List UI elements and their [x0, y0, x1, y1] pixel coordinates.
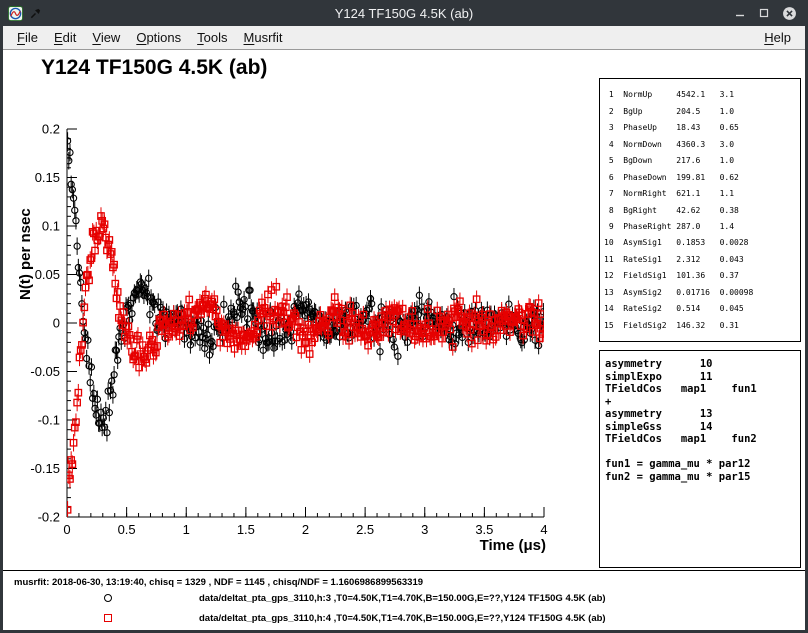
legend-entry-text: data/deltat_pta_gps_3110,h:4 ,T0=4.50K,T…: [199, 613, 606, 624]
param-row: 6 PhaseDown 199.81 0.62: [604, 173, 796, 182]
parameter-box: 1 NormUp 4542.1 3.1 2 BgUp 204.5 1.0 3 P…: [599, 78, 801, 342]
y-axis-title: N(t) per nsec: [17, 208, 34, 300]
param-row: 11 RateSig1 2.312 0.043: [604, 255, 796, 264]
theory-line: simpleGss 14: [605, 421, 795, 434]
x-tick-label: 4: [540, 522, 547, 537]
theory-line: [605, 446, 795, 459]
param-row: 14 RateSig2 0.514 0.045: [604, 304, 796, 313]
menubar: File Edit View Options Tools Musrfit Hel…: [3, 26, 805, 50]
x-tick-label: 1: [183, 522, 190, 537]
menu-musrfit[interactable]: Musrfit: [236, 28, 291, 47]
param-row: 13 AsymSig2 0.01716 0.00098: [604, 288, 796, 297]
minimize-button[interactable]: [734, 7, 746, 19]
series-red-squares: [64, 207, 546, 518]
theory-line: asymmetry 10: [605, 358, 795, 371]
y-tick-label: -0.1: [38, 413, 60, 428]
theory-line: fun2 = gamma_mu * par15: [605, 471, 795, 484]
param-row: 1 NormUp 4542.1 3.1: [604, 90, 796, 99]
x-tick-label: 3: [421, 522, 428, 537]
theory-line: +: [605, 396, 795, 409]
theory-line: TFieldCos map1 fun2: [605, 433, 795, 446]
legend-entry: data/deltat_pta_gps_3110,h:3 ,T0=4.50K,T…: [3, 593, 606, 603]
param-row: 10 AsymSig1 0.1853 0.0028: [604, 238, 796, 247]
param-row: 7 NormRight 621.1 1.1: [604, 189, 796, 198]
param-row: 12 FieldSig1 101.36 0.37: [604, 271, 796, 280]
x-tick-label: 0: [63, 522, 70, 537]
param-row: 3 PhaseUp 18.43 0.65: [604, 123, 796, 132]
theory-line: asymmetry 13: [605, 408, 795, 421]
y-tick-label: 0.05: [35, 267, 60, 282]
param-row: 2 BgUp 204.5 1.0: [604, 107, 796, 116]
legend-entry: data/deltat_pta_gps_3110,h:4 ,T0=4.50K,T…: [3, 613, 606, 623]
root-canvas: Y124 TF150G 4.5K (ab) 0.20.150.10.050-0.…: [3, 50, 805, 630]
param-row: 8 BgRight 42.62 0.38: [604, 206, 796, 215]
menu-edit[interactable]: Edit: [46, 28, 84, 47]
legend-entry-text: data/deltat_pta_gps_3110,h:3 ,T0=4.50K,T…: [199, 593, 606, 604]
x-tick-label: 2: [302, 522, 309, 537]
param-row: 9 PhaseRight 287.0 1.4: [604, 222, 796, 231]
x-tick-label: 3.5: [475, 522, 493, 537]
theory-line: simplExpo 11: [605, 371, 795, 384]
musrview-window: Y124 TF150G 4.5K (ab) File Edit View Opt…: [0, 0, 808, 633]
x-axis-title: Time (μs): [480, 537, 546, 554]
y-tick-label: -0.05: [30, 364, 60, 379]
param-row: 5 BgDown 217.6 1.0: [604, 156, 796, 165]
maximize-button[interactable]: [758, 7, 770, 19]
circle-marker-icon: [104, 594, 112, 602]
menu-file[interactable]: File: [9, 28, 46, 47]
close-button[interactable]: [782, 6, 797, 21]
menu-options[interactable]: Options: [128, 28, 189, 47]
titlebar[interactable]: Y124 TF150G 4.5K (ab): [3, 0, 805, 26]
y-tick-label: 0: [53, 316, 60, 331]
plot-area[interactable]: 0.20.150.10.050-0.05-0.1-0.15-0.200.511.…: [3, 50, 583, 570]
x-tick-label: 0.5: [118, 522, 136, 537]
series-black-circles: [64, 132, 546, 441]
theory-line: fun1 = gamma_mu * par12: [605, 458, 795, 471]
x-tick-label: 1.5: [237, 522, 255, 537]
y-tick-label: 0.2: [42, 122, 60, 137]
status-line: musrfit: 2018-06-30, 13:19:40, chisq = 1…: [14, 577, 423, 588]
menu-view[interactable]: View: [84, 28, 128, 47]
theory-line: TFieldCos map1 fun1: [605, 383, 795, 396]
y-tick-label: 0.15: [35, 170, 60, 185]
pin-icon[interactable]: [29, 7, 42, 20]
theory-box: asymmetry 10simplExpo 11TFieldCos map1 f…: [599, 350, 801, 568]
x-tick-label: 2.5: [356, 522, 374, 537]
window-title: Y124 TF150G 4.5K (ab): [3, 6, 805, 21]
y-tick-label: -0.15: [30, 461, 60, 476]
param-row: 15 FieldSig2 146.32 0.31: [604, 321, 796, 330]
menu-help[interactable]: Help: [756, 28, 799, 47]
y-tick-label: -0.2: [38, 510, 60, 525]
menu-tools[interactable]: Tools: [189, 28, 235, 47]
y-tick-label: 0.1: [42, 219, 60, 234]
square-marker-icon: [104, 614, 112, 622]
info-footer: musrfit: 2018-06-30, 13:19:40, chisq = 1…: [3, 570, 805, 630]
app-icon[interactable]: [8, 6, 23, 21]
param-row: 4 NormDown 4360.3 3.0: [604, 140, 796, 149]
